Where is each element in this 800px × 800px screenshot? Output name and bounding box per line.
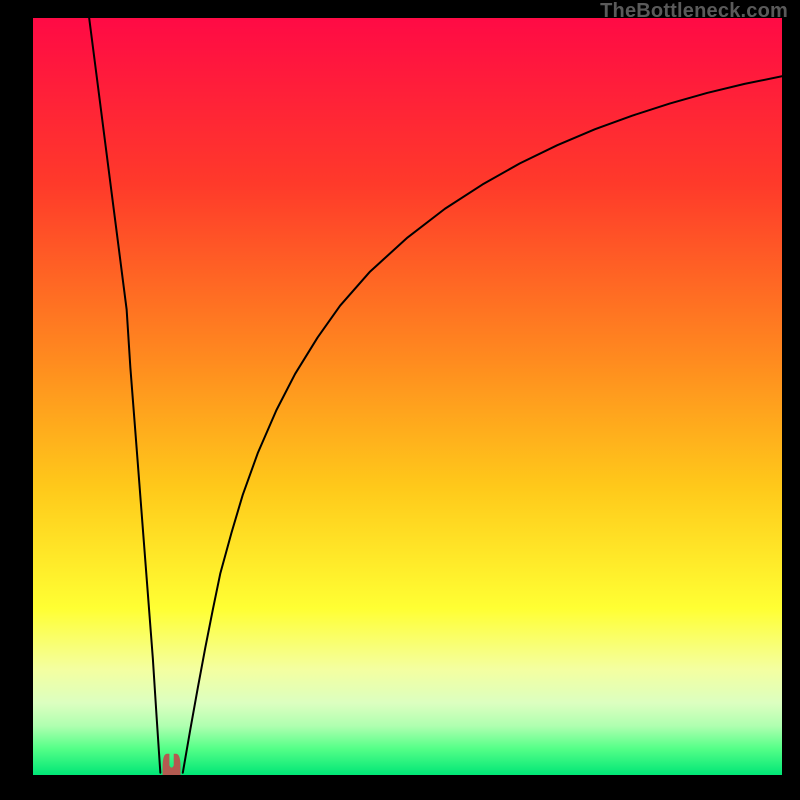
chart-svg	[33, 18, 782, 775]
chart-container: TheBottleneck.com	[0, 0, 800, 800]
plot-area	[33, 18, 782, 775]
